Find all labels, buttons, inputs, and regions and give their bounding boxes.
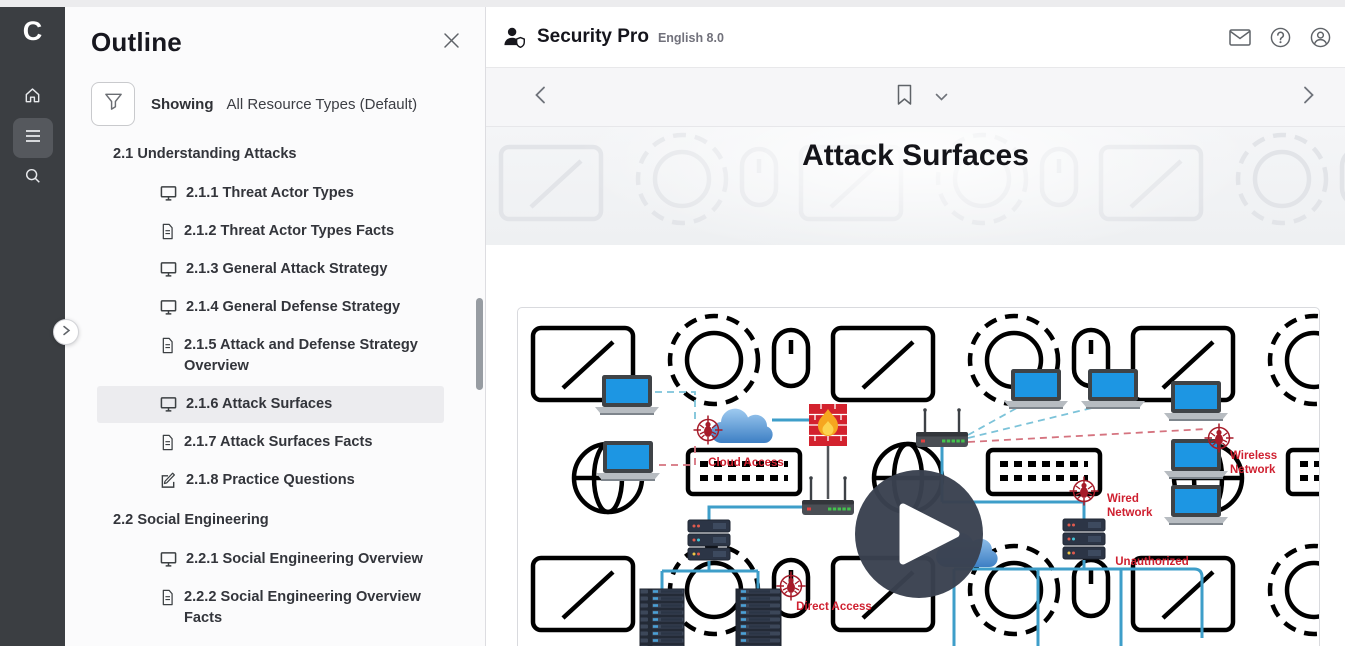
outline-item-label: 2.1.3 General Attack Strategy [186,259,387,280]
panel-expand-toggle[interactable] [53,319,79,345]
next-lesson-button[interactable] [1303,86,1315,109]
chevron-right-icon [1303,86,1315,109]
label-wired-network-2: Network [1107,507,1153,519]
app-logo[interactable]: C [23,13,43,49]
outline-item[interactable]: 2.1.7 Attack Surfaces Facts [97,424,444,461]
outline-list: 2.1 Understanding Attacks 2.1.1 Threat Ac… [65,134,485,646]
label-wired-network-1: Wired [1107,493,1139,505]
play-button[interactable] [855,470,983,598]
chevron-left-icon [534,86,546,109]
search-icon [24,167,42,190]
outline-item[interactable]: 2.2.2 Social Engineering Overview Facts [97,579,444,637]
outline-item-label: 2.1.6 Attack Surfaces [186,394,332,415]
page-title: Attack Surfaces [486,139,1345,173]
outline-item[interactable]: 2.2.1 Social Engineering Overview [97,541,444,578]
label-unauthorized: Unauthorized [1115,556,1188,568]
monitor-icon [160,261,177,278]
monitor-icon [160,185,177,202]
lesson-toolbar [486,68,1345,127]
course-header: Security Pro English 8.0 [486,7,1345,68]
outline-item-label: 2.1.4 General Defense Strategy [186,297,400,318]
course-title: Security Pro [537,26,649,48]
outline-item[interactable]: 2.1.5 Attack and Defense Strategy Overvi… [97,327,444,385]
outline-scrollbar-thumb[interactable] [476,298,483,390]
label-direct-access: Direct Access [796,601,872,613]
filter-current-value: All Resource Types (Default) [227,96,418,113]
outline-item[interactable]: 2.2.3 Social Engineering Techniques [97,638,444,646]
close-icon [442,37,461,54]
resource-filter-button[interactable] [91,82,135,126]
outline-item-label: 2.1.2 Threat Actor Types Facts [184,221,394,242]
filter-showing-label: Showing [151,96,214,113]
monitor-icon [160,551,177,568]
document-icon [160,589,175,606]
outline-item-label: 2.1.1 Threat Actor Types [186,183,354,204]
filter-icon [103,91,124,117]
main-area: Security Pro English 8.0 [486,7,1345,646]
label-wireless-network-1: Wireless [1230,450,1277,462]
outline-item[interactable]: 2.1.1 Threat Actor Types [97,175,444,212]
bookmark-icon [896,84,913,111]
outline-item-label: 2.2.2 Social Engineering Overview Facts [184,587,436,629]
outline-item[interactable]: 2.1.6 Attack Surfaces [97,386,444,423]
outline-panel-title: Outline [91,27,182,58]
mail-icon[interactable] [1229,29,1251,46]
outline-item[interactable]: 2.1.8 Practice Questions [97,462,444,499]
document-icon [160,337,175,354]
outline-section-header[interactable]: 2.2 Social Engineering [65,500,485,541]
lesson-content: Attack Surfaces [486,127,1345,646]
lesson-video-player[interactable]: Cloud Access Direct Access Wireless Netw… [517,307,1320,646]
outline-item[interactable]: 2.1.3 General Attack Strategy [97,251,444,288]
bookmark-button[interactable] [896,84,913,111]
top-strip [0,0,1345,7]
outline-section-header[interactable]: 2.1 Understanding Attacks [65,134,485,175]
outline-item-label: 2.1.5 Attack and Defense Strategy Overvi… [184,335,436,377]
previous-lesson-button[interactable] [534,86,546,109]
document-icon [160,223,175,240]
label-wireless-network-2: Network [1230,464,1276,476]
edit-icon [160,472,177,489]
document-icon [160,434,175,451]
lesson-banner: Attack Surfaces [486,127,1345,245]
label-cloud-access: Cloud Access [708,457,784,469]
chevron-right-icon [62,323,71,341]
monitor-icon [160,396,177,413]
sidebar-item-search[interactable] [13,158,53,198]
close-outline-button[interactable] [442,31,461,55]
outline-item[interactable]: 2.1.2 Threat Actor Types Facts [97,213,444,250]
monitor-icon [160,299,177,316]
person-shield-icon [502,26,527,49]
bookmark-menu-button[interactable] [935,88,948,106]
menu-icon [24,129,42,148]
sidebar-item-home[interactable] [13,78,53,118]
sidebar-item-outline[interactable] [13,118,53,158]
course-subtitle: English 8.0 [658,31,724,45]
help-icon[interactable] [1270,27,1291,48]
outline-item-label: 2.2.1 Social Engineering Overview [186,549,423,570]
outline-item-label: 2.1.7 Attack Surfaces Facts [184,432,372,453]
home-icon [23,86,42,110]
outline-item-label: 2.1.8 Practice Questions [186,470,355,491]
outline-panel: Outline Showing All Resource Types (Defa… [65,7,486,646]
account-icon[interactable] [1310,27,1331,48]
chevron-down-icon [935,88,948,106]
outline-item[interactable]: 2.1.4 General Defense Strategy [97,289,444,326]
